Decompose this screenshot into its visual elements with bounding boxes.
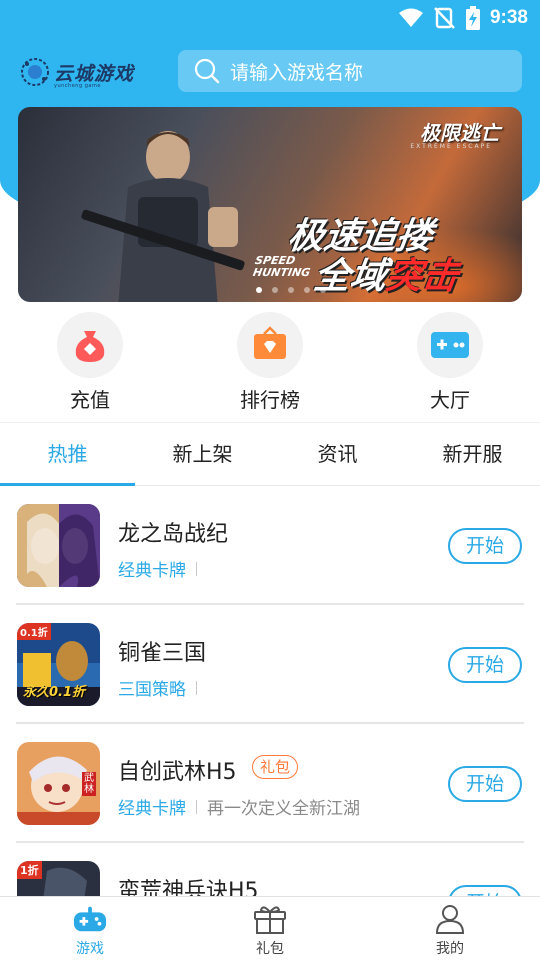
logo-text: 云城游戏 (54, 62, 135, 85)
game-meta: 经典卡牌 (118, 556, 207, 581)
battery-charging-icon (465, 6, 480, 30)
game-category: 三国策略 (118, 680, 186, 700)
ranking-icon (237, 312, 303, 378)
nav-games-label: 游戏 (76, 941, 104, 957)
quick-lobby[interactable]: 大厅 (380, 312, 520, 413)
game-name: 自创武林H5 (118, 760, 237, 785)
banner-english-line2: HUNTING (251, 266, 312, 279)
banner-slogan-line2: 全域突击 (311, 256, 461, 297)
quick-recharge[interactable]: 充值 (20, 312, 160, 413)
search-icon (194, 58, 220, 84)
start-button[interactable]: 开始 (448, 766, 522, 802)
tab-news[interactable]: 资讯 (270, 424, 405, 485)
banner-dot[interactable] (320, 287, 326, 293)
logo-subtext: yuncheng game (54, 83, 101, 89)
game-thumbnail-tag: 武林 (82, 772, 96, 796)
banner-dot[interactable] (304, 287, 310, 293)
user-icon (433, 903, 467, 935)
game-row[interactable]: 1折 蛮荒神兵诀H5 开始 (0, 843, 540, 896)
banner-dot[interactable] (288, 287, 294, 293)
tab-new-servers[interactable]: 新开服 (405, 424, 540, 485)
quick-ranking[interactable]: 排行榜 (200, 312, 340, 413)
game-meta: 经典卡牌 再一次定义全新江湖 (118, 794, 360, 819)
gamepad-icon (417, 312, 483, 378)
search-input[interactable]: 请输入游戏名称 (230, 58, 363, 85)
no-signal-icon (434, 7, 455, 29)
bottom-navigation: 游戏 礼包 我的 (0, 896, 540, 960)
logo-mark-icon (18, 55, 52, 89)
meta-divider (196, 680, 197, 695)
game-thumbnail: 1折 (17, 861, 100, 896)
money-bag-icon (57, 312, 123, 378)
tab-new-arrivals[interactable]: 新上架 (135, 424, 270, 485)
game-name: 蛮荒神兵诀H5 (118, 879, 259, 896)
gift-badge: 礼包 (252, 755, 299, 779)
banner-slogan-line1: 极速追搂 (285, 216, 435, 257)
banner-dot[interactable] (272, 287, 278, 293)
game-thumbnail (17, 504, 100, 587)
tab-hot[interactable]: 热推 (0, 424, 135, 486)
game-row[interactable]: 武林 自创武林H5 礼包 经典卡牌 再一次定义全新江湖 开始 (0, 724, 540, 843)
game-category: 经典卡牌 (118, 799, 186, 819)
banner-slogan-red: 突击 (383, 256, 461, 297)
status-bar: 9:38 (0, 0, 540, 36)
meta-divider (196, 561, 197, 576)
soldier-illustration (81, 131, 245, 302)
divider (0, 422, 540, 423)
category-tabs: 热推 新上架 资讯 新开服 (0, 424, 540, 486)
game-category: 经典卡牌 (118, 561, 186, 581)
nav-gifts[interactable]: 礼包 (180, 897, 360, 960)
start-button[interactable]: 开始 (448, 885, 522, 896)
game-thumbnail: 武林 (17, 742, 100, 825)
status-time: 9:38 (489, 7, 528, 28)
game-name: 龙之岛战纪 (118, 522, 229, 547)
banner-dot[interactable] (256, 287, 262, 293)
game-list: 龙之岛战纪 经典卡牌 开始 0.1折 永久0.1折 铜雀三国 三国策略 开始 武… (0, 486, 540, 896)
search-bar[interactable]: 请输入游戏名称 (178, 50, 522, 92)
banner-pagination (256, 287, 326, 293)
start-button[interactable]: 开始 (448, 528, 522, 564)
nav-me[interactable]: 我的 (360, 897, 540, 960)
app-logo: 云城游戏 yuncheng game (18, 52, 150, 92)
banner-game-logo-sub: EXTREME ESCAPE (410, 143, 492, 150)
promo-banner[interactable]: 极限逃亡 EXTREME ESCAPE SPEED HUNTING 极速追搂 全… (18, 107, 522, 302)
gift-icon (253, 903, 287, 935)
meta-divider (196, 799, 197, 814)
game-row[interactable]: 龙之岛战纪 经典卡牌 开始 (0, 486, 540, 605)
game-icon (73, 903, 107, 935)
game-row[interactable]: 0.1折 永久0.1折 铜雀三国 三国策略 开始 (0, 605, 540, 724)
wifi-icon (398, 8, 423, 27)
quick-ranking-label: 排行榜 (240, 388, 300, 412)
quick-lobby-label: 大厅 (430, 388, 470, 412)
start-button[interactable]: 开始 (448, 647, 522, 683)
banner-english-text: SPEED HUNTING (251, 254, 313, 279)
nav-gifts-label: 礼包 (256, 941, 284, 957)
banner-game-logo: 极限逃亡 (420, 121, 500, 145)
nav-games[interactable]: 游戏 (0, 897, 180, 960)
nav-me-label: 我的 (436, 941, 464, 957)
game-thumbnail-corner: 0.1折 (17, 623, 51, 640)
game-meta: 三国策略 (118, 675, 207, 700)
quick-recharge-label: 充值 (70, 388, 110, 412)
game-thumbnail-corner: 1折 (17, 861, 42, 879)
game-thumbnail: 0.1折 永久0.1折 (17, 623, 100, 706)
game-thumbnail-badge: 永久0.1折 (23, 685, 86, 700)
game-name: 铜雀三国 (118, 641, 207, 666)
game-description: 再一次定义全新江湖 (207, 799, 360, 819)
